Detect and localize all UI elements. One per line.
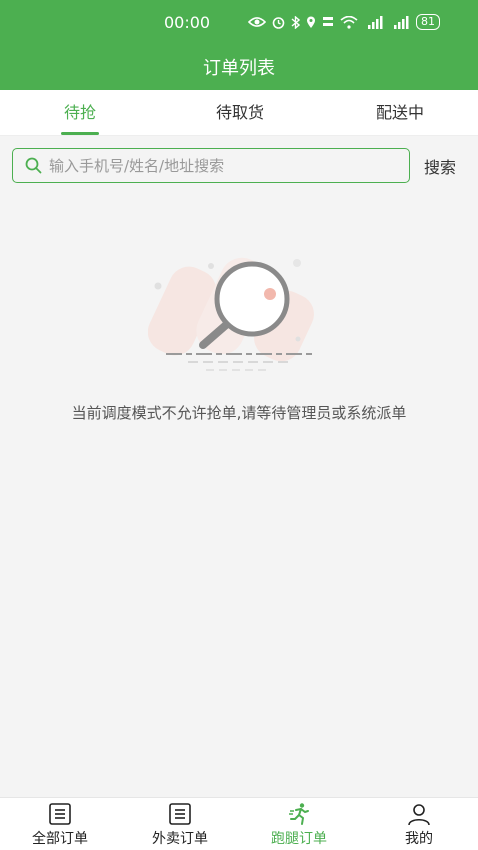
tab-label: 配送中 [375, 103, 424, 122]
nav-label: 我的 [405, 831, 433, 847]
nav-profile[interactable]: 我的 [369, 802, 469, 850]
nav-label: 全部订单 [32, 831, 88, 847]
alarm-icon [272, 16, 285, 29]
empty-state-message: 当前调度模式不允许抢单,请等待管理员或系统派单 [71, 404, 407, 422]
runner-icon [289, 803, 309, 825]
search-bar: 搜索 [12, 148, 478, 184]
search-box [12, 148, 410, 183]
order-tabs: 待抢 待取货 配送中 [0, 90, 478, 136]
status-icons: 81 [248, 14, 440, 30]
search-icon [25, 157, 42, 174]
nav-errand-orders[interactable]: 跑腿订单 [249, 802, 349, 850]
active-tab-indicator [61, 132, 99, 135]
empty-state-illustration [147, 246, 328, 380]
wifi-icon [340, 15, 358, 29]
tab-label: 待取货 [215, 103, 264, 122]
search-button[interactable]: 搜索 [424, 154, 456, 178]
nav-takeout-orders[interactable]: 外卖订单 [130, 802, 230, 850]
nav-label: 外卖订单 [152, 831, 208, 847]
bluetooth-icon [291, 15, 300, 29]
bottom-nav: 全部订单 外卖订单 跑腿订单 我的 [0, 797, 478, 850]
nav-label: 跑腿订单 [271, 831, 327, 847]
nav-all-orders[interactable]: 全部订单 [10, 802, 110, 850]
user-icon [408, 804, 430, 826]
page-title: 订单列表 [203, 58, 275, 79]
order-list-icon [49, 803, 71, 825]
signal-icon-sim2 [390, 15, 410, 29]
status-time: 00:00 [164, 13, 211, 32]
search-input[interactable] [49, 153, 399, 179]
tab-label: 待抢 [63, 103, 96, 122]
app-header: 00:00 81 订单列表 [0, 0, 478, 90]
eye-icon [248, 16, 266, 28]
tab-delivering[interactable]: 配送中 [340, 90, 460, 136]
network-speed-icon [322, 15, 334, 29]
location-icon [306, 16, 316, 29]
tab-pending-grab[interactable]: 待抢 [20, 90, 140, 136]
order-list-icon [169, 803, 191, 825]
battery-indicator: 81 [416, 14, 440, 30]
signal-icon-sim1 [364, 15, 384, 29]
status-bar: 00:00 81 [0, 0, 478, 48]
tab-pending-pickup[interactable]: 待取货 [180, 90, 300, 136]
